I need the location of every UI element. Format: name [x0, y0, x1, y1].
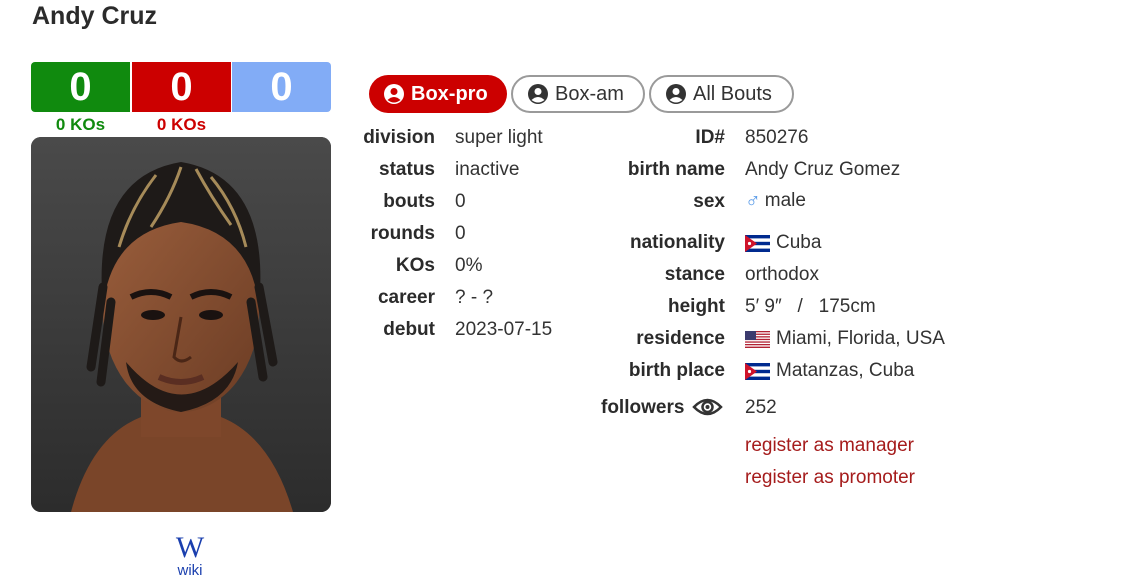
nationality-value: Cuba: [745, 232, 821, 254]
nationality-text: Cuba: [776, 232, 822, 253]
wins-count: 0: [31, 62, 130, 112]
followers-value: 252: [745, 397, 777, 418]
sex-label: sex: [693, 191, 725, 212]
cuba-flag-icon: [745, 234, 770, 252]
status-label: status: [379, 159, 435, 180]
status-value: inactive: [455, 159, 520, 180]
sex-text: male: [764, 190, 806, 211]
boxer-photo: [31, 137, 331, 512]
wiki-link[interactable]: W wiki: [160, 533, 220, 579]
cuba-flag-icon: [745, 362, 770, 380]
user-circle-icon: [383, 83, 405, 105]
rounds-label: rounds: [370, 223, 435, 244]
residence-text: Miami, Florida, USA: [776, 328, 945, 349]
register-manager-link[interactable]: register as manager: [745, 435, 914, 457]
kos-value: 0%: [455, 255, 483, 276]
division-label: division: [363, 127, 435, 148]
losses-count: 0: [132, 62, 231, 112]
male-symbol-icon: ♂: [745, 189, 761, 212]
kos-label: KOs: [395, 255, 435, 276]
nationality-label: nationality: [629, 232, 725, 253]
usa-flag-icon: [745, 330, 770, 348]
bouts-label: bouts: [383, 191, 435, 212]
division-value: super light: [455, 127, 543, 148]
draws-count: 0: [232, 62, 331, 112]
tab-box-am[interactable]: Box-am: [511, 75, 645, 113]
win-kos: 0 KOs: [55, 115, 106, 134]
career-value: ? - ?: [455, 287, 494, 308]
id-value: 850276: [745, 127, 809, 148]
height-label: height: [668, 296, 725, 317]
tab-label: Box-am: [555, 82, 624, 105]
stance-value: orthodox: [745, 264, 819, 285]
loss-kos: 0 KOs: [156, 115, 207, 134]
birth-name-label: birth name: [627, 159, 725, 180]
career-label: career: [377, 287, 435, 308]
wiki-label: wiki: [177, 562, 203, 579]
birth-place-label: birth place: [628, 360, 725, 381]
followers-label: followers: [601, 397, 685, 418]
wikipedia-icon: W: [175, 531, 205, 564]
stance-label: stance: [664, 264, 725, 285]
boxer-name: Andy Cruz: [32, 2, 157, 30]
debut-value: 2023-07-15: [455, 319, 553, 340]
height-value: 5′ 9″ / 175cm: [745, 296, 876, 317]
residence-label: residence: [636, 328, 725, 349]
tab-box-pro[interactable]: Box-pro: [369, 75, 507, 113]
tab-all-bouts[interactable]: All Bouts: [649, 75, 794, 113]
user-circle-icon: [527, 83, 549, 105]
user-circle-icon: [665, 83, 687, 105]
birth-place-value: Matanzas, Cuba: [745, 360, 914, 382]
birth-place-text: Matanzas, Cuba: [776, 360, 915, 381]
id-label: ID#: [695, 127, 725, 148]
eye-icon[interactable]: [692, 395, 723, 424]
tab-label: All Bouts: [693, 82, 772, 105]
bouts-value: 0: [455, 191, 466, 212]
sex-value: ♂ male: [745, 189, 806, 213]
tab-label: Box-pro: [411, 82, 488, 105]
register-promoter-link[interactable]: register as promoter: [745, 467, 915, 489]
residence-value: Miami, Florida, USA: [745, 328, 945, 350]
rounds-value: 0: [455, 223, 466, 244]
debut-label: debut: [383, 319, 435, 340]
birth-name-value: Andy Cruz Gomez: [745, 159, 901, 180]
